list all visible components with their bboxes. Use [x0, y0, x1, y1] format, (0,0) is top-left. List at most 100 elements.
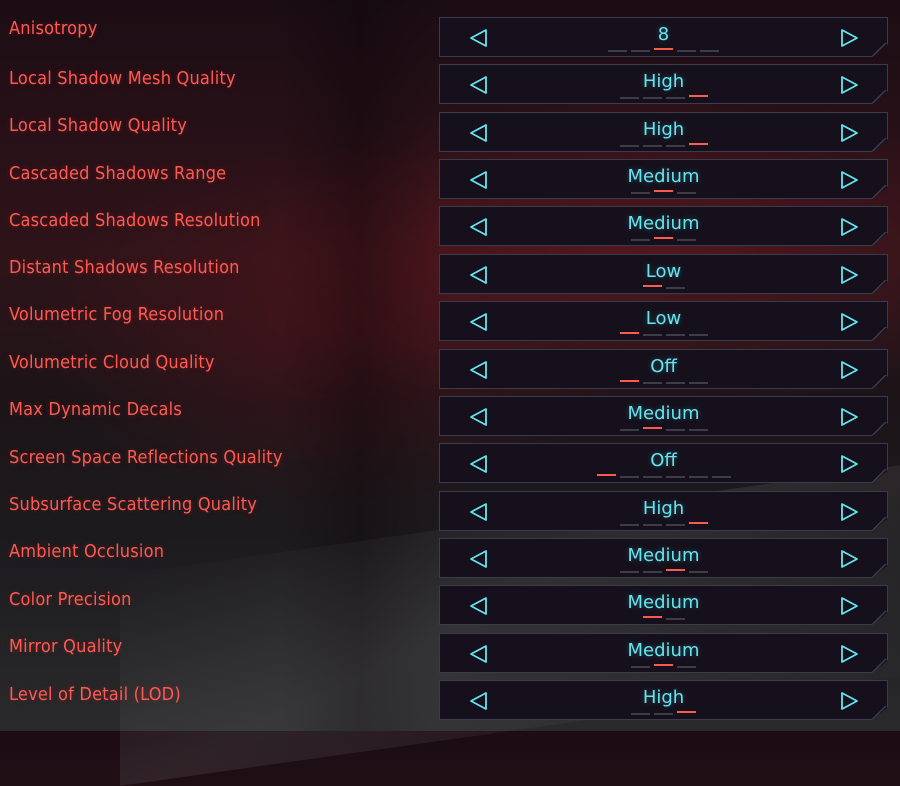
level-indicator	[642, 616, 685, 622]
level-indicator	[619, 569, 708, 575]
setting-label: Volumetric Cloud Quality	[9, 352, 215, 373]
arrow-right-icon[interactable]	[838, 122, 860, 144]
setting-label: Screen Space Reflections Quality	[9, 447, 283, 468]
setting-value: Off	[650, 450, 677, 471]
arrow-right-icon[interactable]	[838, 311, 860, 333]
level-tick-active	[677, 711, 696, 713]
level-tick	[619, 571, 639, 573]
setting-selector[interactable]: High	[439, 64, 888, 104]
setting-label: Cascaded Shadows Resolution	[9, 210, 261, 231]
level-tick	[688, 476, 708, 478]
level-tick	[631, 713, 650, 715]
level-tick	[608, 50, 627, 52]
level-tick	[665, 382, 685, 384]
setting-selector[interactable]: High	[439, 491, 888, 531]
level-tick	[677, 239, 696, 241]
level-tick-active	[642, 285, 662, 287]
level-tick-active	[619, 332, 639, 334]
setting-label: Subsurface Scattering Quality	[9, 494, 258, 515]
level-tick	[665, 476, 685, 478]
setting-selector[interactable]: Off	[439, 443, 888, 483]
level-tick	[665, 145, 685, 147]
level-tick	[642, 476, 662, 478]
level-tick	[619, 97, 639, 99]
level-indicator	[608, 48, 719, 54]
arrow-right-icon[interactable]	[838, 406, 860, 428]
setting-value: High	[642, 687, 685, 708]
arrow-right-icon[interactable]	[838, 264, 860, 286]
arrow-right-icon[interactable]	[838, 595, 860, 617]
setting-selector[interactable]: Medium	[439, 206, 888, 246]
setting-selector[interactable]: High	[439, 680, 888, 720]
level-tick	[688, 429, 708, 431]
level-tick-active	[665, 569, 685, 571]
arrow-right-icon[interactable]	[838, 501, 860, 523]
setting-label: Volumetric Fog Resolution	[9, 304, 225, 325]
level-indicator	[642, 285, 685, 291]
level-tick	[631, 239, 650, 241]
level-tick	[619, 524, 639, 526]
level-tick	[631, 192, 650, 194]
level-tick-active	[654, 237, 673, 239]
level-tick-active	[654, 664, 673, 666]
level-tick-active	[619, 380, 639, 382]
arrow-right-icon[interactable]	[838, 74, 860, 96]
level-tick	[642, 145, 662, 147]
setting-label: Mirror Quality	[9, 636, 123, 657]
level-tick-active	[688, 522, 708, 524]
level-tick	[677, 192, 696, 194]
arrow-right-icon[interactable]	[838, 453, 860, 475]
level-indicator	[631, 190, 696, 196]
setting-label: Ambient Occlusion	[9, 541, 165, 562]
level-tick	[688, 571, 708, 573]
level-tick	[654, 713, 673, 715]
level-indicator	[619, 95, 708, 101]
level-tick	[665, 334, 685, 336]
level-indicator	[631, 237, 696, 243]
setting-selector[interactable]: Medium	[439, 396, 888, 436]
arrow-right-icon[interactable]	[838, 169, 860, 191]
level-tick	[711, 476, 731, 478]
setting-value: Medium	[627, 640, 700, 661]
background-shade	[280, 0, 440, 731]
setting-value: High	[642, 71, 685, 92]
setting-selector[interactable]: Medium	[439, 585, 888, 625]
level-indicator	[631, 711, 696, 717]
setting-selector[interactable]: Medium	[439, 159, 888, 199]
setting-label: Level of Detail (LOD)	[9, 684, 181, 705]
level-tick	[631, 666, 650, 668]
arrow-right-icon[interactable]	[838, 643, 860, 665]
arrow-right-icon[interactable]	[838, 359, 860, 381]
setting-value: Medium	[627, 213, 700, 234]
setting-value: High	[642, 119, 685, 140]
level-tick	[665, 429, 685, 431]
level-tick	[642, 97, 662, 99]
level-tick	[665, 97, 685, 99]
setting-value: Low	[645, 308, 682, 329]
level-tick	[665, 524, 685, 526]
level-tick	[642, 334, 662, 336]
level-tick	[677, 50, 696, 52]
level-tick	[619, 429, 639, 431]
setting-label: Local Shadow Quality	[9, 115, 187, 136]
setting-selector[interactable]: Medium	[439, 538, 888, 578]
level-tick-active	[642, 616, 662, 618]
setting-selector[interactable]: High	[439, 112, 888, 152]
level-indicator	[619, 380, 708, 386]
setting-selector[interactable]: Medium	[439, 633, 888, 673]
arrow-right-icon[interactable]	[838, 216, 860, 238]
setting-label: Local Shadow Mesh Quality	[9, 68, 236, 89]
setting-selector[interactable]: Low	[439, 254, 888, 294]
arrow-right-icon[interactable]	[838, 548, 860, 570]
setting-selector[interactable]: Low	[439, 301, 888, 341]
level-tick	[677, 666, 696, 668]
level-tick-active	[688, 143, 708, 145]
level-tick-active	[654, 190, 673, 192]
arrow-right-icon[interactable]	[838, 690, 860, 712]
level-tick	[665, 618, 685, 620]
setting-selector[interactable]: Off	[439, 349, 888, 389]
level-tick	[619, 145, 639, 147]
level-tick	[642, 382, 662, 384]
setting-value: Medium	[627, 592, 700, 613]
level-indicator	[596, 474, 731, 480]
